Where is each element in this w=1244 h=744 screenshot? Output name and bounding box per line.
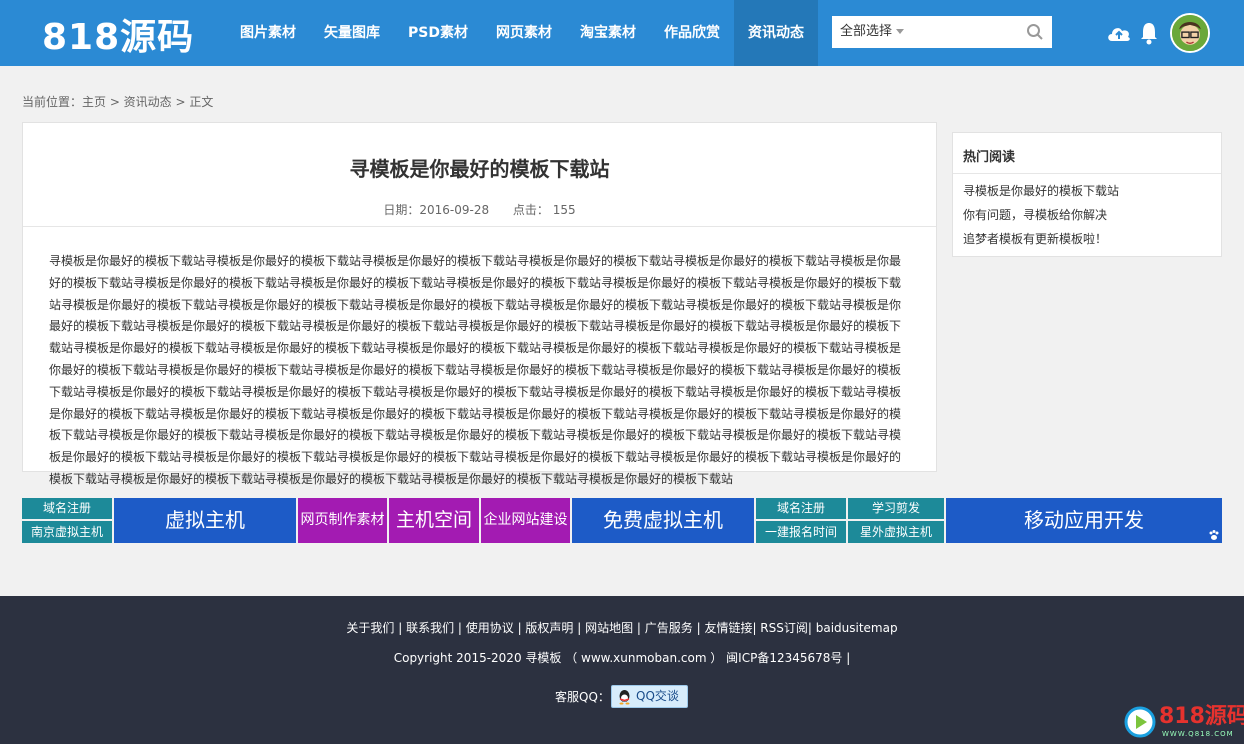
hot-reading-list: 寻模板是你最好的模板下载站 你有问题，寻模板给你解决 追梦者模板有更新模板啦！ (963, 179, 1119, 251)
ad-domain-register-2[interactable]: 域名注册 (756, 498, 846, 519)
hot-reading-title: 热门阅读 (963, 150, 1016, 165)
chevron-down-icon (896, 29, 905, 34)
nav-item-news[interactable]: 资讯动态 (733, 0, 818, 66)
breadcrumb: 当前位置：主页 > 资讯动态 > 正文 (22, 95, 214, 109)
nav-item-works[interactable]: 作品欣赏 (650, 0, 734, 66)
ad-exam-signup[interactable]: 一建报名时间 (756, 521, 846, 543)
ad-mobile-app-dev[interactable]: 移动应用开发 (946, 498, 1222, 543)
ad-banner-row: 域名注册 南京虚拟主机 虚拟主机 网页制作素材 主机空间 企业网站建设 免费虚拟… (22, 498, 1222, 543)
nav-item-taobao[interactable]: 淘宝素材 (566, 0, 650, 66)
ad-xingwai-hosting[interactable]: 星外虚拟主机 (848, 521, 944, 543)
site-watermark: 818源码 WWW.Q818.COM (1124, 704, 1244, 744)
qq-penguin-icon (619, 690, 630, 705)
hot-reading-item[interactable]: 追梦者模板有更新模板啦！ (963, 227, 1119, 251)
article-body: 寻模板是你最好的模板下载站寻模板是你最好的模板下载站寻模板是你最好的模板下载站寻… (49, 254, 902, 486)
article-card: 寻模板是你最好的模板下载站 日期：2016-09-28 点击： 155 寻模板是… (22, 122, 937, 486)
ad-nanjing-hosting[interactable]: 南京虚拟主机 (22, 521, 112, 543)
watermark-text: 818源码 (1159, 704, 1244, 729)
ad-learn-haircut[interactable]: 学习剪发 (848, 498, 944, 519)
article-meta: 日期：2016-09-28 点击： 155 (23, 201, 936, 218)
divider (23, 226, 936, 227)
ad-virtual-host[interactable]: 虚拟主机 (114, 498, 296, 543)
hot-reading-panel: 热门阅读 寻模板是你最好的模板下载站 你有问题，寻模板给你解决 追梦者模板有更新… (952, 132, 1222, 257)
divider (953, 173, 1221, 174)
site-header: 818源码 图片素材 矢量图库 PSD素材 网页素材 淘宝素材 作品欣赏 资讯动… (0, 0, 1244, 66)
ad-free-virtual-host[interactable]: 免费虚拟主机 (572, 498, 754, 543)
site-footer: 关于我们 | 联系我们 | 使用协议 | 版权声明 | 网站地图 | 广告服务 … (0, 596, 1244, 744)
ad-domain-register[interactable]: 域名注册 (22, 498, 112, 519)
avatar[interactable] (1170, 13, 1210, 53)
footer-links[interactable]: 关于我们 | 联系我们 | 使用协议 | 版权声明 | 网站地图 | 广告服务 … (0, 619, 1244, 636)
nav-item-web[interactable]: 网页素材 (482, 0, 566, 66)
main-nav: 图片素材 矢量图库 PSD素材 网页素材 淘宝素材 作品欣赏 资讯动态 (226, 0, 818, 66)
footer-copyright: Copyright 2015-2020 寻模板 （ www.xunmoban.c… (393, 651, 851, 665)
search-category-select[interactable]: 全部选择 (840, 16, 905, 48)
search-icon[interactable] (1026, 23, 1044, 41)
paw-icon (1209, 530, 1219, 540)
search-category-label: 全部选择 (840, 24, 893, 39)
site-logo[interactable]: 818源码 (42, 8, 194, 60)
nav-item-psd[interactable]: PSD素材 (394, 0, 482, 66)
qq-chat-label: QQ交谈 (636, 689, 679, 703)
article-clicks: 点击： 155 (512, 203, 576, 217)
ad-host-space[interactable]: 主机空间 (389, 498, 479, 543)
ad-enterprise-site[interactable]: 企业网站建设 (481, 498, 570, 543)
watermark-url: WWW.Q818.COM (1162, 730, 1234, 738)
cloud-upload-icon[interactable] (1106, 22, 1132, 44)
play-logo-icon (1124, 706, 1156, 738)
search-box[interactable]: 全部选择 (832, 16, 1052, 48)
qq-chat-button[interactable]: QQ交谈 (611, 685, 688, 708)
avatar-image (1172, 15, 1208, 51)
hot-reading-item[interactable]: 你有问题，寻模板给你解决 (963, 203, 1119, 227)
article-date: 日期：2016-09-28 (383, 203, 490, 217)
ad-web-materials[interactable]: 网页制作素材 (298, 498, 387, 543)
bell-icon[interactable] (1139, 21, 1159, 45)
article-title: 寻模板是你最好的模板下载站 (349, 157, 610, 181)
hot-reading-item[interactable]: 寻模板是你最好的模板下载站 (963, 179, 1119, 203)
customer-service-label: 客服QQ： (555, 690, 610, 704)
nav-item-images[interactable]: 图片素材 (226, 0, 310, 66)
nav-item-vectors[interactable]: 矢量图库 (310, 0, 394, 66)
ad-mobile-app-dev-label: 移动应用开发 (1024, 508, 1144, 532)
